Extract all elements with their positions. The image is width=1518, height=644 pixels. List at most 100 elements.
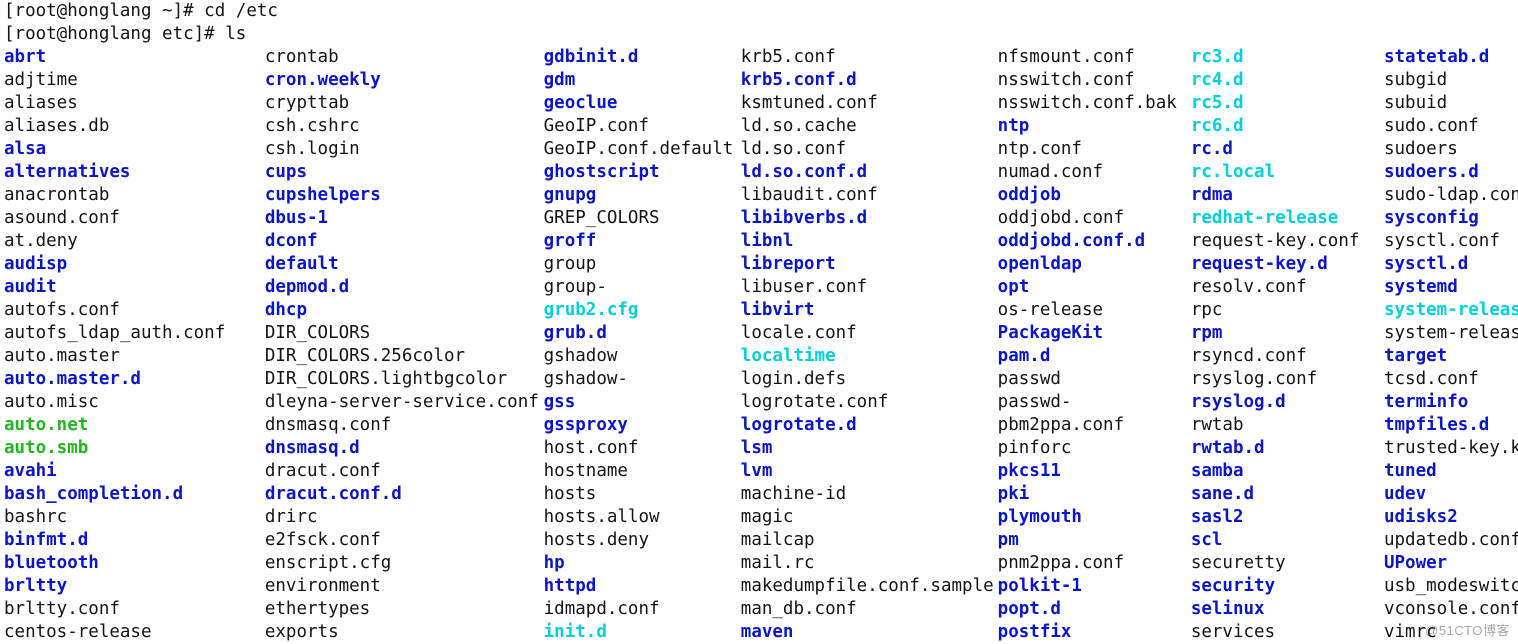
- ls-entry: nsswitch.conf: [998, 69, 1191, 92]
- ls-entry: enscript.cfg: [265, 552, 544, 575]
- ls-entry: ld.so.conf: [741, 138, 998, 161]
- ls-entry: popt.d: [998, 598, 1191, 621]
- ls-entry: udev: [1384, 483, 1514, 506]
- ls-entry: libibverbs.d: [741, 207, 998, 230]
- ls-entry: rdma: [1191, 184, 1384, 207]
- ls-entry: rc6.d: [1191, 115, 1384, 138]
- ls-entry: drirc: [265, 506, 544, 529]
- ls-column: crontabcron.weeklycrypttabcsh.cshrccsh.l…: [265, 46, 544, 644]
- ls-entry: crontab: [265, 46, 544, 69]
- ls-entry: oddjobd.conf: [998, 207, 1191, 230]
- ls-entry: DIR_COLORS.lightbgcolor: [265, 368, 544, 391]
- ls-entry: scl: [1191, 529, 1384, 552]
- ls-entry: logrotate.d: [741, 414, 998, 437]
- ls-entry: openldap: [998, 253, 1191, 276]
- ls-entry: hosts: [544, 483, 741, 506]
- ls-entry: rsyncd.conf: [1191, 345, 1384, 368]
- ls-entry: abrt: [4, 46, 265, 69]
- ls-entry: hosts.deny: [544, 529, 741, 552]
- ls-entry: lvm: [741, 460, 998, 483]
- ls-entry: login.defs: [741, 368, 998, 391]
- ls-entry: aliases.db: [4, 115, 265, 138]
- ls-entry: pkcs11: [998, 460, 1191, 483]
- ls-entry: gss: [544, 391, 741, 414]
- ls-entry: csh.cshrc: [265, 115, 544, 138]
- ls-entry: hosts.allow: [544, 506, 741, 529]
- ls-entry: resolv.conf: [1191, 276, 1384, 299]
- ls-entry: aliases: [4, 92, 265, 115]
- ls-entry: services: [1191, 621, 1384, 644]
- ls-entry: audit: [4, 276, 265, 299]
- ls-entry: nsswitch.conf.bak: [998, 92, 1191, 115]
- ls-entry: init.d: [544, 621, 741, 644]
- ls-entry: default: [265, 253, 544, 276]
- ls-entry: ld.so.conf.d: [741, 161, 998, 184]
- ls-entry: sudo-ldap.conf: [1384, 184, 1514, 207]
- ls-entry: ld.so.cache: [741, 115, 998, 138]
- ls-entry: passwd-: [998, 391, 1191, 414]
- ls-entry: trusted-key.key: [1384, 437, 1514, 460]
- ls-entry: brltty.conf: [4, 598, 265, 621]
- ls-entry: rsyslog.conf: [1191, 368, 1384, 391]
- ls-column: statetab.dsubgidsubuidsudo.confsudoerssu…: [1384, 46, 1514, 644]
- ls-entry: audisp: [4, 253, 265, 276]
- ls-entry: tmpfiles.d: [1384, 414, 1514, 437]
- ls-entry: anacrontab: [4, 184, 265, 207]
- ls-entry: rc4.d: [1191, 69, 1384, 92]
- ls-entry: rwtab.d: [1191, 437, 1384, 460]
- ls-entry: nfsmount.conf: [998, 46, 1191, 69]
- ls-entry: cups: [265, 161, 544, 184]
- ls-entry: libaudit.conf: [741, 184, 998, 207]
- ls-entry: rpm: [1191, 322, 1384, 345]
- ls-entry: request-key.conf: [1191, 230, 1384, 253]
- prompt-line-2: [root@honglang etc]# ls: [4, 23, 1514, 46]
- ls-entry: rwtab: [1191, 414, 1384, 437]
- ls-entry: auto.smb: [4, 437, 265, 460]
- ls-entry: GeoIP.conf.default: [544, 138, 741, 161]
- ls-output: abrtadjtimealiasesaliases.dbalsaalternat…: [4, 46, 1514, 644]
- ls-entry: gshadow: [544, 345, 741, 368]
- ls-entry: sudoers: [1384, 138, 1514, 161]
- ls-entry: target: [1384, 345, 1514, 368]
- ls-entry: host.conf: [544, 437, 741, 460]
- ls-entry: systemd: [1384, 276, 1514, 299]
- ls-entry: sysctl.d: [1384, 253, 1514, 276]
- ls-entry: groff: [544, 230, 741, 253]
- ls-entry: ethertypes: [265, 598, 544, 621]
- ls-entry: rc.local: [1191, 161, 1384, 184]
- ls-entry: system-release: [1384, 322, 1514, 345]
- ls-entry: httpd: [544, 575, 741, 598]
- ls-entry: alternatives: [4, 161, 265, 184]
- ls-entry: environment: [265, 575, 544, 598]
- ls-entry: gshadow-: [544, 368, 741, 391]
- ls-entry: grub2.cfg: [544, 299, 741, 322]
- ls-entry: os-release: [998, 299, 1191, 322]
- ls-entry: man_db.conf: [741, 598, 998, 621]
- ls-entry: group: [544, 253, 741, 276]
- ls-entry: gdbinit.d: [544, 46, 741, 69]
- ls-entry: securetty: [1191, 552, 1384, 575]
- ls-entry: vconsole.conf: [1384, 598, 1514, 621]
- ls-entry: maven: [741, 621, 998, 644]
- ls-entry: sane.d: [1191, 483, 1384, 506]
- ls-entry: postfix: [998, 621, 1191, 644]
- terminal[interactable]: [root@honglang ~]# cd /etc [root@honglan…: [0, 0, 1518, 644]
- ls-entry: gdm: [544, 69, 741, 92]
- ls-entry: redhat-release: [1191, 207, 1384, 230]
- ls-entry: oddjob: [998, 184, 1191, 207]
- ls-entry: subuid: [1384, 92, 1514, 115]
- ls-entry: DIR_COLORS: [265, 322, 544, 345]
- ls-entry: dbus-1: [265, 207, 544, 230]
- ls-entry: rc5.d: [1191, 92, 1384, 115]
- ls-entry: e2fsck.conf: [265, 529, 544, 552]
- ls-entry: sasl2: [1191, 506, 1384, 529]
- ls-entry: mail.rc: [741, 552, 998, 575]
- ls-entry: samba: [1191, 460, 1384, 483]
- ls-entry: passwd: [998, 368, 1191, 391]
- ls-entry: rc3.d: [1191, 46, 1384, 69]
- ls-entry: rsyslog.d: [1191, 391, 1384, 414]
- ls-entry: sysconfig: [1384, 207, 1514, 230]
- ls-entry: csh.login: [265, 138, 544, 161]
- ls-column: gdbinit.dgdmgeoclueGeoIP.confGeoIP.conf.…: [544, 46, 741, 644]
- ls-entry: idmapd.conf: [544, 598, 741, 621]
